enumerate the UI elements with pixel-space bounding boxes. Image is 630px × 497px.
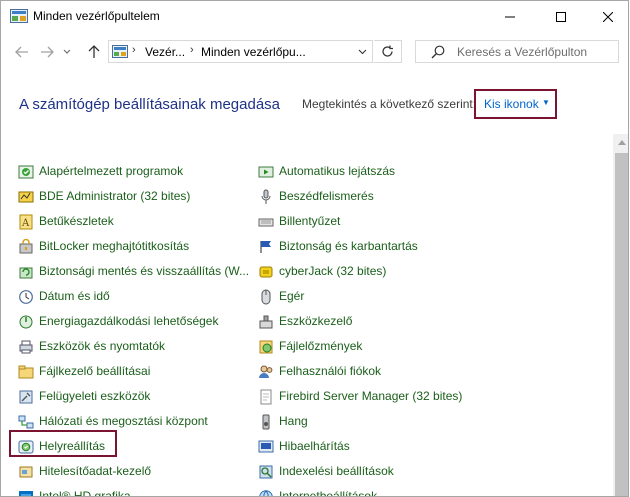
scroll-up-arrow-icon — [617, 140, 626, 145]
bitlocker-icon — [19, 239, 33, 254]
scroll-up-button[interactable] — [613, 134, 628, 151]
search-icon — [431, 45, 445, 59]
intel-graphics-icon — [19, 491, 33, 496]
navigation-bar: › Vezér... › Minden vezérlőpu... Keresés… — [1, 32, 628, 72]
search-field[interactable]: Keresés a Vezérlőpulton — [415, 40, 619, 63]
control-panel-right-item-label: cyberJack (32 bites) — [279, 264, 387, 278]
control-panel-right-item-label: Beszédfelismerés — [279, 189, 374, 203]
file-explorer-options-icon — [18, 365, 34, 379]
refresh-icon — [382, 45, 393, 57]
control-panel-right-item-label: Billentyűzet — [279, 214, 341, 228]
control-panel-left-item-label: Hitelesítőadat-kezelő — [39, 464, 152, 478]
user-accounts-icon — [259, 365, 273, 378]
keyboard-icon — [258, 218, 274, 227]
cyberjack-icon — [259, 266, 273, 278]
control-panel-small-icon — [112, 45, 128, 58]
close-button[interactable] — [585, 1, 628, 32]
control-panel-left-item-label: Fájlkezelő beállításai — [39, 364, 151, 378]
breadcrumb-separator-icon: › — [132, 44, 136, 56]
devices-printers-icon — [19, 340, 33, 354]
default-programs-icon — [18, 165, 34, 179]
administrative-tools-icon — [19, 390, 33, 404]
internet-options-icon — [259, 490, 273, 496]
control-panel-left-item-label: Intel® HD grafika — [39, 489, 131, 497]
control-panel-right-item-label: Fájlelőzmények — [279, 339, 363, 353]
chevron-down-icon — [63, 49, 71, 54]
control-panel-left-item-label: BitLocker meghajtótitkosítás — [39, 239, 190, 253]
date-time-icon — [19, 290, 33, 304]
device-manager-icon — [259, 315, 273, 329]
security-maintenance-icon — [260, 241, 271, 253]
maximize-button[interactable] — [538, 1, 584, 32]
close-icon — [603, 11, 613, 22]
page-title: A számítógép beállításainak megadása — [19, 96, 280, 113]
control-panel-right-item-label: Egér — [279, 289, 305, 303]
view-by-value: Kis ikonok — [484, 97, 539, 111]
breadcrumb-separator-icon: › — [190, 44, 194, 56]
control-panel-right-item-label: Hang — [279, 414, 308, 428]
search-placeholder: Keresés a Vezérlőpulton — [457, 45, 588, 59]
recent-locations-button[interactable] — [59, 41, 75, 63]
control-panel-left-item-label: Felügyeleti eszközök — [39, 389, 151, 403]
window-title: Minden vezérlőpultelem — [33, 9, 160, 23]
control-panel-right-item-label: Indexelési beállítások — [279, 464, 394, 478]
control-panel-left-item-label: Dátum és idő — [39, 289, 110, 303]
network-sharing-icon — [18, 415, 34, 429]
sound-icon — [262, 414, 270, 430]
control-panel-left-item-label: Biztonsági mentés és visszaállítás (W... — [39, 264, 250, 278]
up-button[interactable] — [83, 41, 105, 63]
autoplay-icon — [258, 166, 274, 178]
minimize-button[interactable] — [487, 1, 533, 32]
file-history-icon — [259, 340, 273, 354]
mouse-icon — [261, 289, 271, 305]
scrollbar-thumb[interactable] — [615, 153, 628, 496]
dropdown-arrow-icon: ▼ — [542, 98, 550, 107]
control-panel-right-item-label: Felhasználói fiókok — [279, 364, 382, 378]
troubleshooting-icon — [258, 440, 274, 453]
refresh-button[interactable] — [374, 40, 402, 63]
up-arrow-icon — [88, 45, 100, 58]
control-panel-left-item-label: Alapértelmezett programok — [39, 164, 184, 178]
address-bar[interactable]: › Vezér... › Minden vezérlőpu... — [108, 40, 373, 63]
indexing-options-icon — [259, 465, 273, 479]
control-panel-right-item-label: Firebird Server Manager (32 bites) — [279, 389, 463, 403]
svg-text:A: A — [21, 218, 30, 229]
credential-manager-icon — [19, 466, 33, 478]
control-panel-left-item-label: Energiagazdálkodási lehetőségek — [39, 314, 219, 328]
control-panel-right-item-label: Biztonság és karbantartás — [279, 239, 418, 253]
control-panel-right-item-label: Eszközkezelő — [279, 314, 353, 328]
forward-button[interactable] — [36, 41, 58, 63]
control-panel-icon — [10, 9, 28, 23]
control-panel-right-item-label: Automatikus lejátszás — [279, 164, 396, 178]
firebird-icon — [260, 389, 272, 405]
title-bar: Minden vezérlőpultelem — [1, 1, 628, 32]
speech-recognition-icon — [261, 189, 271, 204]
control-panel-right-item-label: Internetbeállítások — [279, 489, 378, 497]
highlight-frame — [9, 430, 117, 457]
fonts-icon: A — [19, 214, 33, 230]
backup-restore-icon — [19, 267, 33, 279]
breadcrumb-item-control-panel[interactable]: Vezér... — [145, 45, 185, 59]
control-panel-left-item-label: Hálózati és megosztási központ — [39, 414, 208, 428]
control-panel-window: Minden vezérlőpultelem › Vezér... › Mind… — [0, 0, 629, 497]
back-button[interactable] — [11, 41, 33, 63]
breadcrumb-item-all-items[interactable]: Minden vezérlőpu... — [201, 45, 306, 59]
view-by-dropdown[interactable]: Kis ikonok ▼ — [474, 89, 557, 119]
forward-arrow-icon — [41, 46, 54, 58]
control-panel-left-item-label: Betűkészletek — [39, 214, 114, 228]
control-panel-right-item-label: Hibaelhárítás — [279, 439, 350, 453]
bde-administrator-icon — [18, 191, 34, 203]
control-panel-left-item-label: Eszközök és nyomtatók — [39, 339, 166, 353]
maximize-icon — [556, 11, 566, 22]
minimize-icon — [505, 16, 515, 17]
chevron-down-icon — [358, 49, 366, 55]
back-arrow-icon — [15, 46, 28, 58]
address-dropdown-button[interactable] — [354, 44, 370, 60]
control-panel-left-item-label: BDE Administrator (32 bites) — [39, 189, 191, 203]
view-by-label: Megtekintés a következő szerint: — [302, 97, 477, 111]
power-options-icon — [19, 315, 33, 329]
